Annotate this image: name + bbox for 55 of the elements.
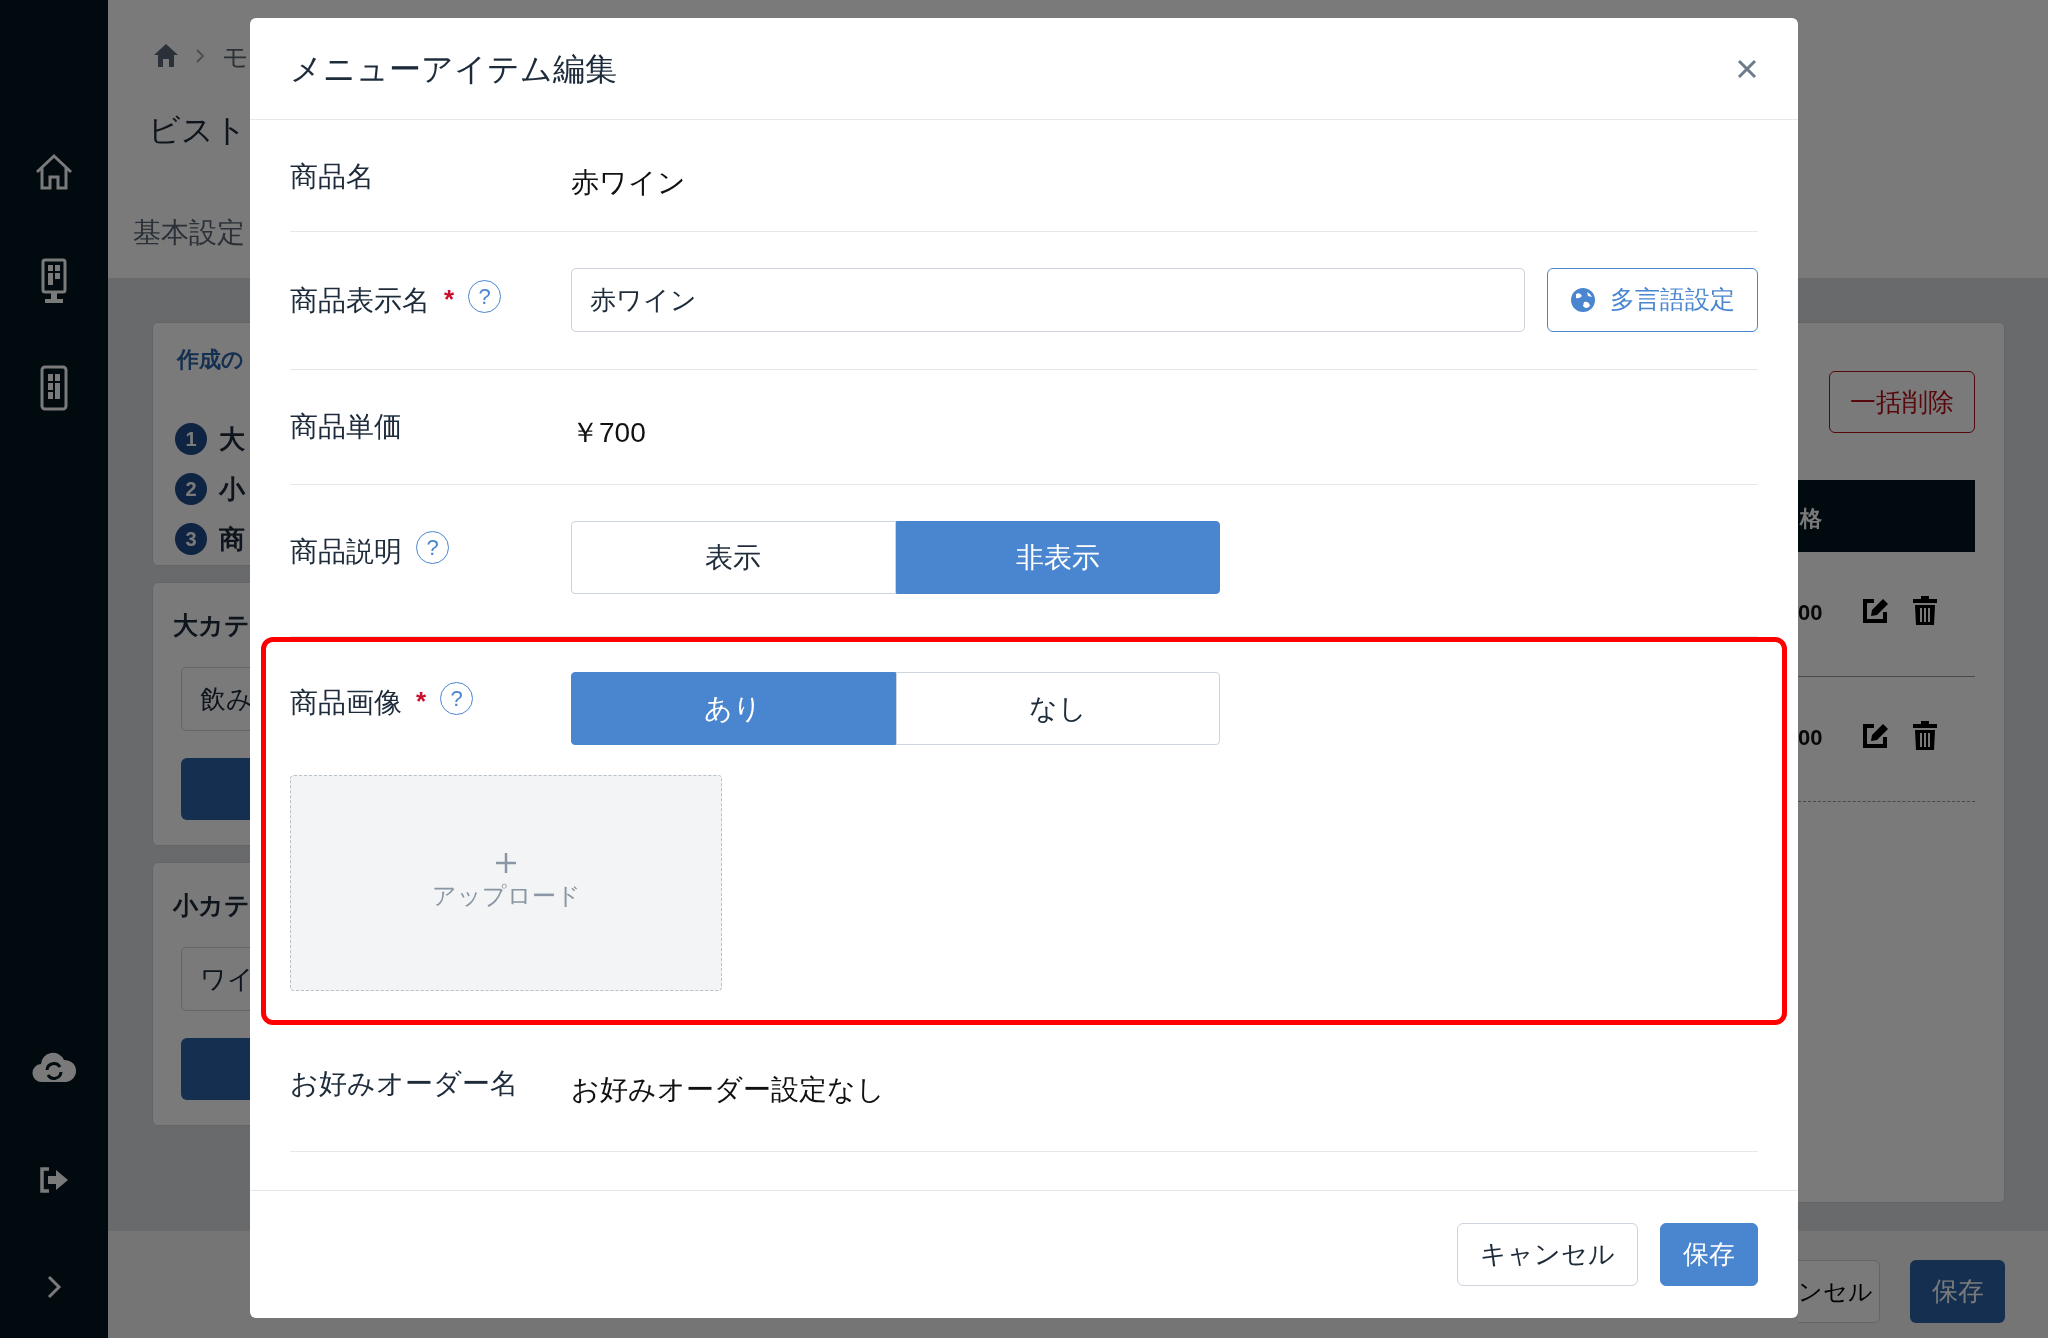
- chevron-right-icon[interactable]: [46, 1274, 62, 1300]
- upload-label: アップロード: [431, 881, 581, 911]
- save-button[interactable]: 保存: [1660, 1223, 1758, 1286]
- field-label: お好みオーダー名: [290, 1067, 518, 1101]
- field-label: 商品名: [290, 160, 374, 194]
- multilingual-button[interactable]: 多言語設定: [1547, 268, 1758, 332]
- field-label: 商品単価: [290, 410, 402, 444]
- close-icon[interactable]: [1736, 57, 1758, 80]
- field-label: 商品表示名: [290, 284, 430, 318]
- cloud-sync-icon[interactable]: [32, 1050, 76, 1084]
- edit-icon[interactable]: [1860, 596, 1890, 626]
- home-icon[interactable]: [152, 42, 180, 68]
- required-mark: *: [444, 283, 455, 316]
- modal-title: メニューアイテム編集: [290, 49, 617, 89]
- card-title: 小カテ: [173, 890, 250, 921]
- toggle-option[interactable]: なし: [895, 672, 1220, 745]
- field-value: 赤ワイン: [571, 166, 686, 200]
- toggle-option[interactable]: 非表示: [895, 521, 1220, 594]
- page-title: ビスト: [148, 111, 247, 150]
- card-title: 作成の: [177, 346, 244, 374]
- upload-area[interactable]: アップロード: [290, 775, 722, 991]
- text-input[interactable]: 赤ワイン: [571, 268, 1525, 332]
- tablet-icon[interactable]: [40, 365, 68, 411]
- cancel-button[interactable]: キャンセル: [1457, 1223, 1638, 1286]
- table-cell-text: 00: [1798, 724, 1823, 752]
- plus-icon: [495, 852, 517, 874]
- step-label: 小: [219, 473, 245, 506]
- field-label: 商品説明: [290, 535, 402, 569]
- toggle-option[interactable]: 表示: [571, 521, 896, 594]
- toggle-option[interactable]: あり: [571, 672, 896, 745]
- step-label: 大: [219, 423, 245, 456]
- field-value: ￥700: [571, 416, 646, 450]
- kiosk-icon[interactable]: [41, 258, 67, 304]
- cancel-button[interactable]: ンセル: [1798, 1260, 1880, 1323]
- logout-icon[interactable]: [38, 1166, 70, 1194]
- card-title: 大カテ: [173, 610, 250, 641]
- step-number: 2: [175, 473, 207, 505]
- breadcrumb-link[interactable]: モ: [222, 38, 249, 77]
- table-header: 格: [1798, 480, 1975, 552]
- tab[interactable]: 基本設定: [133, 212, 245, 254]
- step-number: 1: [175, 423, 207, 455]
- field-label: 商品画像: [290, 686, 402, 720]
- save-button[interactable]: 保存: [1910, 1260, 2005, 1323]
- chevron-right-icon: [195, 48, 205, 64]
- step-label: 商: [219, 523, 245, 556]
- edit-icon[interactable]: [1860, 721, 1890, 751]
- step-number: 3: [175, 523, 207, 555]
- table-cell-text: 00: [1798, 599, 1823, 627]
- trash-icon[interactable]: [1912, 721, 1938, 751]
- bulk-delete-button[interactable]: 一括削除: [1829, 371, 1975, 433]
- home-icon[interactable]: [34, 153, 74, 191]
- trash-icon[interactable]: [1912, 596, 1938, 626]
- globe-icon: [1570, 287, 1596, 313]
- required-mark: *: [416, 685, 427, 718]
- field-value: お好みオーダー設定なし: [571, 1073, 885, 1107]
